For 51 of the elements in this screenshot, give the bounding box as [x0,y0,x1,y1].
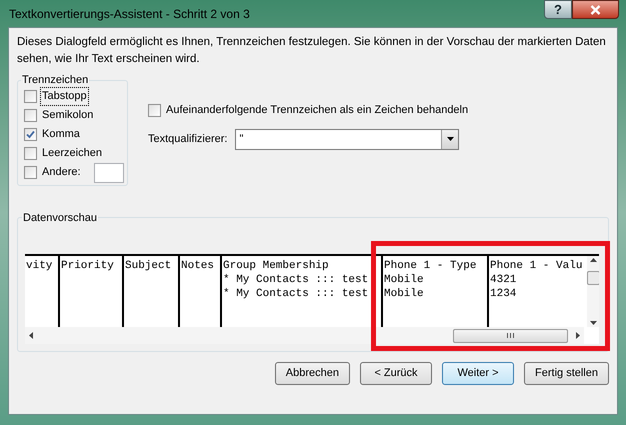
close-button[interactable] [572,0,619,19]
other-delimiter-field[interactable] [94,162,124,182]
checkbox-label[interactable]: Tabstopp [41,88,88,105]
column-header: Notes [181,259,216,273]
dialog-button[interactable]: < Zurück [360,362,432,384]
scroll-thumb[interactable] [587,270,599,284]
checkbox-label[interactable]: Komma [41,126,81,143]
help-button[interactable]: ? [544,0,572,19]
qualifier-dropdown[interactable]: " [235,128,460,150]
checkmark-icon [26,130,35,139]
checkbox[interactable] [24,109,37,122]
checkbox-label[interactable]: Aufeinanderfolgende Trennzeichen als ein Zeichen behandeln [166,102,468,118]
checkbox[interactable] [24,147,37,160]
column-header: vity [26,259,54,273]
column-header: Subject [125,259,172,273]
checkbox[interactable] [24,90,37,103]
description-text: Dieses Dialogfeld ermöglicht es Ihnen, Trennzeichen festzulegen. Sie können in der Vorschau der markierten Daten sehen, wie Ihr Text erscheinen wird. [17,35,607,67]
group-title: Datenvorschau [22,210,98,226]
horizontal-scrollbar[interactable] [25,327,584,344]
dialog-button[interactable]: Abbrechen [274,362,350,384]
column-header: Phone 1 - Valu [490,259,584,273]
grip-icon [507,333,514,338]
vertical-scrollbar[interactable] [587,256,599,327]
table-cell-text: 1234 [490,287,518,301]
scroll-down-icon [590,321,597,325]
dropdown-arrow-button[interactable] [441,130,458,148]
column-header: Group Membership [223,259,330,273]
window-title: Textkonvertierungs-Assistent - Schritt 2 von 3 [9,6,250,22]
field-label: Textqualifizierer: [148,132,228,147]
checkbox[interactable] [148,104,161,117]
group-title: Trennzeichen [21,73,90,88]
checkbox[interactable] [24,166,37,179]
scroll-right-icon [576,332,580,339]
checkbox[interactable] [24,128,37,141]
dialog-button[interactable]: Weiter > [442,362,514,384]
close-icon [590,4,601,14]
table-cell-text: Mobile [384,287,425,301]
column-header: Priority [61,259,115,273]
table-cell-text: Mobile [384,273,425,287]
scroll-left-icon [29,332,33,339]
column-header: Phone 1 - Type [384,259,478,273]
checkbox-label[interactable]: Semikolon [41,107,94,124]
scroll-up-icon [590,258,597,262]
table-cell-text: * My Contacts ::: test [223,273,370,287]
table-cell-text: 4321 [490,273,518,287]
caret-icon [446,137,454,141]
dialog-button[interactable]: Fertig stellen [524,362,609,384]
checkbox-label[interactable]: Andere: [41,164,82,181]
scroll-thumb[interactable] [453,328,568,342]
checkbox-label[interactable]: Leerzeichen [41,145,103,162]
table-cell-text: * My Contacts ::: test [223,287,370,301]
